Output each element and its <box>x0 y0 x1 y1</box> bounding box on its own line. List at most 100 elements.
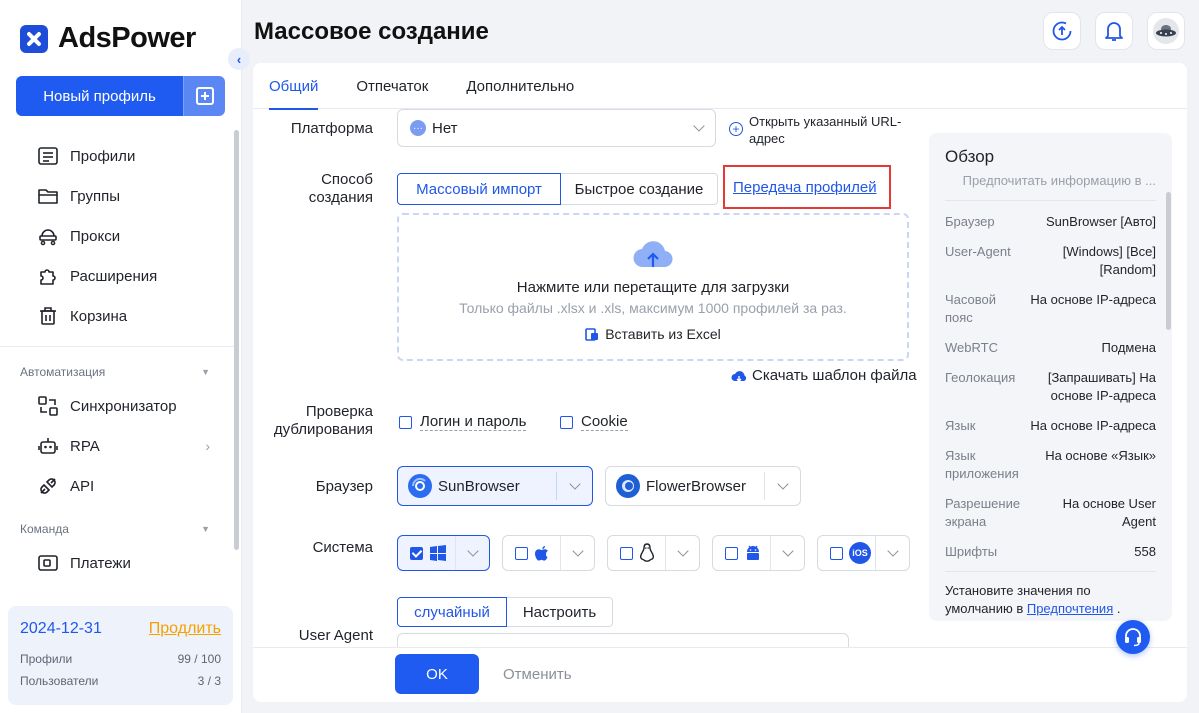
quick-create-option[interactable]: Быстрое создание <box>560 173 718 205</box>
caret-down-icon: ▼ <box>201 524 210 534</box>
chevron-down-icon <box>781 545 794 557</box>
browser-label: Браузер <box>315 478 373 495</box>
automation-nav: Автоматизация ▼ Синхронизатор RPA › API <box>0 360 236 506</box>
transfer-profiles-link[interactable]: Передача профилей <box>733 179 877 196</box>
notifications-button[interactable] <box>1095 12 1133 50</box>
overview-scrollbar[interactable] <box>1166 192 1171 330</box>
tab-general[interactable]: Общий <box>269 63 319 110</box>
sidebar-item-api[interactable]: API <box>0 466 236 506</box>
tab-fingerprint[interactable]: Отпечаток <box>356 63 428 109</box>
sidebar-scrollbar[interactable] <box>234 130 239 550</box>
overview-value: [Запрашивать] На основе IP-адреса <box>1047 370 1156 403</box>
automation-section-title[interactable]: Автоматизация ▼ <box>0 360 236 384</box>
chevron-right-icon: › <box>205 438 210 454</box>
avatar[interactable] <box>1147 12 1185 50</box>
new-profile-group: Новый профиль <box>16 76 225 116</box>
account-card: 2024-12-31 Продлить Профили 99 / 100 Пол… <box>8 606 233 705</box>
upload-title: Нажмите или перетащите для загрузки <box>516 279 790 296</box>
proxy-icon <box>38 226 58 246</box>
cloud-download-icon <box>731 370 747 382</box>
team-nav: Команда ▼ Платежи <box>0 517 236 583</box>
header-actions <box>1043 12 1185 50</box>
overview-key: User-Agent <box>945 244 1011 259</box>
general-form: Платформа ··· Нет + Открыть указанный UR… <box>253 109 925 647</box>
chevron-down-icon <box>571 545 584 557</box>
overview-value: На основе IP-адреса <box>1030 418 1156 433</box>
bulk-import-option[interactable]: Массовый импорт <box>397 173 561 205</box>
upload-dropzone[interactable]: Нажмите или перетащите для загрузки Толь… <box>397 213 909 361</box>
paste-from-excel-button[interactable]: Вставить из Excel <box>399 326 907 342</box>
api-icon <box>38 476 58 496</box>
new-profile-button[interactable]: Новый профиль <box>16 76 183 116</box>
macos-dropdown[interactable] <box>561 545 594 557</box>
sidebar-item-synchronizer[interactable]: Синхронизатор <box>0 386 236 426</box>
sunbrowser-dropdown[interactable] <box>556 472 592 500</box>
sidebar-item-label: Группы <box>70 187 120 205</box>
tab-advanced[interactable]: Дополнительно <box>466 63 574 109</box>
system-android-option[interactable] <box>712 535 805 571</box>
sidebar-item-groups[interactable]: Группы <box>0 176 236 216</box>
sidebar-item-extensions[interactable]: Расширения <box>0 256 236 296</box>
overview-subtitle: Предпочитать информацию в ... <box>945 173 1156 201</box>
sidebar-item-payments[interactable]: Платежи <box>0 543 236 583</box>
quick-add-button[interactable] <box>183 76 225 116</box>
batch-create-card: Общий Отпечаток Дополнительно Платформа … <box>253 63 1187 702</box>
renew-link[interactable]: Продлить <box>149 620 221 638</box>
ua-random-option[interactable]: случайный <box>397 597 507 627</box>
chevron-down-icon <box>776 478 789 490</box>
team-section-title[interactable]: Команда ▼ <box>0 517 236 541</box>
sync-update-button[interactable] <box>1043 12 1081 50</box>
sidebar-item-label: Профили <box>70 147 136 165</box>
chevron-down-icon <box>886 545 899 557</box>
windows-dropdown[interactable] <box>456 545 489 557</box>
chevron-down-icon <box>568 478 581 490</box>
sidebar-item-rpa[interactable]: RPA › <box>0 426 236 466</box>
duplicate-cookie-checkbox[interactable]: Cookie <box>560 413 628 431</box>
android-icon <box>747 545 759 560</box>
overview-value: SunBrowser [Авто] <box>1046 214 1156 229</box>
checkbox-box <box>399 415 412 429</box>
payment-icon <box>38 553 58 573</box>
plus-circle-icon: + <box>729 122 743 136</box>
platform-select[interactable]: ··· Нет <box>397 109 716 147</box>
ok-button[interactable]: OK <box>395 654 479 694</box>
android-dropdown[interactable] <box>771 545 804 557</box>
overview-key: Язык приложения <box>945 448 1019 481</box>
expiry-date: 2024-12-31 <box>20 620 102 637</box>
note-suffix: . <box>1113 601 1121 616</box>
checkbox-box <box>515 546 528 560</box>
sidebar-item-label: Синхронизатор <box>70 397 177 415</box>
creation-method-segmented: Массовый импорт Быстрое создание <box>397 173 718 205</box>
cancel-button[interactable]: Отменить <box>503 654 572 694</box>
sidebar-item-label: Корзина <box>70 307 128 325</box>
open-url-option[interactable]: + Открыть указанный URL-адрес <box>729 113 909 147</box>
sidebar-item-proxy[interactable]: Прокси <box>0 216 236 256</box>
user-agent-field[interactable] <box>397 633 849 647</box>
support-chat-button[interactable] <box>1116 620 1150 654</box>
flowerbrowser-icon <box>616 474 640 498</box>
sunbrowser-option[interactable]: SunBrowser <box>397 466 593 506</box>
tab-bar: Общий Отпечаток Дополнительно <box>253 63 1187 110</box>
overview-value: На основе IP-адреса <box>1030 292 1156 307</box>
checkbox-box <box>620 546 633 560</box>
headset-icon <box>1125 628 1141 647</box>
collapse-sidebar-button[interactable]: ‹ <box>228 48 250 70</box>
download-template-link[interactable]: Скачать шаблон файла <box>731 367 917 384</box>
system-macos-option[interactable] <box>502 535 595 571</box>
ua-custom-option[interactable]: Настроить <box>506 597 613 627</box>
sidebar-item-trash[interactable]: Корзина <box>0 296 236 336</box>
system-windows-option[interactable] <box>397 535 490 571</box>
linux-dropdown[interactable] <box>666 545 699 557</box>
checkbox-box <box>725 546 738 560</box>
flowerbrowser-option[interactable]: FlowerBrowser <box>605 466 801 506</box>
system-ios-option[interactable]: iOS <box>817 535 910 571</box>
overview-key: Шрифты <box>945 544 998 559</box>
preferences-link[interactable]: Предпочтения <box>1027 601 1113 616</box>
system-linux-option[interactable] <box>607 535 700 571</box>
ios-dropdown[interactable] <box>876 545 909 557</box>
flowerbrowser-dropdown[interactable] <box>764 472 800 500</box>
download-template-label: Скачать шаблон файла <box>752 367 917 384</box>
duplicate-login-checkbox[interactable]: Логин и пароль <box>399 413 527 431</box>
chevron-down-icon <box>466 545 479 557</box>
sidebar-item-profiles[interactable]: Профили <box>0 136 236 176</box>
